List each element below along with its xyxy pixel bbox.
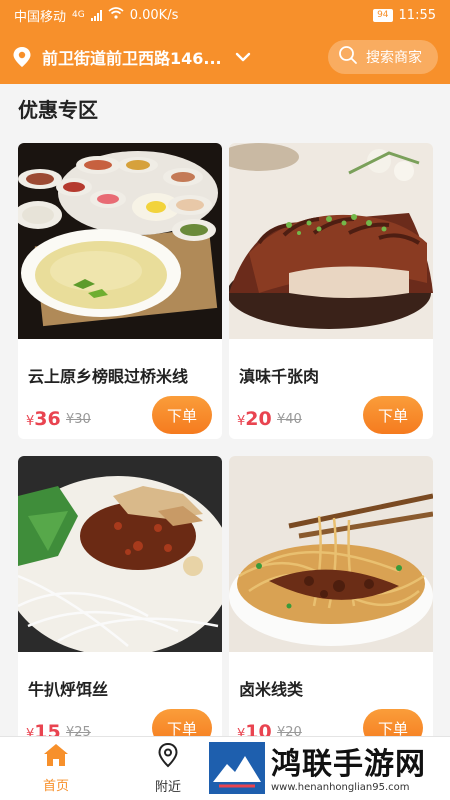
product-card[interactable]: 牛扒烀饵丝 ¥15 ¥25 下单 [18,456,222,752]
product-card[interactable]: 卤米线类 ¥10 ¥20 下单 [229,456,433,752]
watermark: 鸿联手游网 www.henanhonglian95.com [205,740,450,800]
carrier-label: 中国移动 [14,9,67,25]
search-icon [338,45,358,69]
home-icon [43,743,69,771]
app-header: 前卫街道前卫西路146... 搜索商家 [0,30,450,84]
product-image-guoqiao-mixian [18,143,222,339]
signal-icon [90,9,102,21]
search-placeholder: 搜索商家 [366,50,422,66]
search-button[interactable]: 搜索商家 [328,40,438,74]
product-image-qianzhang-rou [229,143,433,339]
product-name: 牛扒烀饵丝 [28,680,109,699]
order-button[interactable]: 下单 [152,396,212,434]
clock: 11:55 [398,7,436,23]
location-pin-icon [157,742,179,772]
product-card[interactable]: 云上原乡榜眼过桥米线 ¥36 ¥30 下单 [18,143,222,439]
tab-home-label: 首页 [42,779,69,794]
product-image-niuba-ersi [18,456,222,652]
wifi-icon [108,7,124,23]
address-selector[interactable]: 前卫街道前卫西路146... [42,45,222,69]
chevron-down-icon[interactable] [234,48,252,66]
original-price: ¥30 [66,412,91,427]
original-price: ¥40 [277,412,302,427]
product-name: 卤米线类 [239,680,304,699]
tab-nearby-label: 附近 [154,780,181,795]
watermark-logo-icon [209,742,265,798]
order-button[interactable]: 下单 [363,396,423,434]
product-price: ¥36 [26,408,61,430]
watermark-url: www.henanhonglian95.com [271,781,410,793]
network-type-label: 4G [72,10,85,20]
status-bar: 中国移动 4G 0.00K/s 94 11:55 [0,0,450,30]
product-price: ¥20 [237,408,272,430]
tab-home[interactable]: 首页 [0,737,112,800]
watermark-title: 鸿联手游网 [271,746,426,782]
network-speed: 0.00K/s [129,7,179,23]
product-name: 云上原乡榜眼过桥米线 [28,367,189,386]
section-title: 优惠专区 [18,98,98,122]
battery-icon: 94 [373,8,393,22]
product-card[interactable]: 滇味千张肉 ¥20 ¥40 下单 [229,143,433,439]
product-name: 滇味千张肉 [239,367,320,386]
location-pin-icon[interactable] [12,46,32,68]
product-image-lu-mixian [229,456,433,652]
